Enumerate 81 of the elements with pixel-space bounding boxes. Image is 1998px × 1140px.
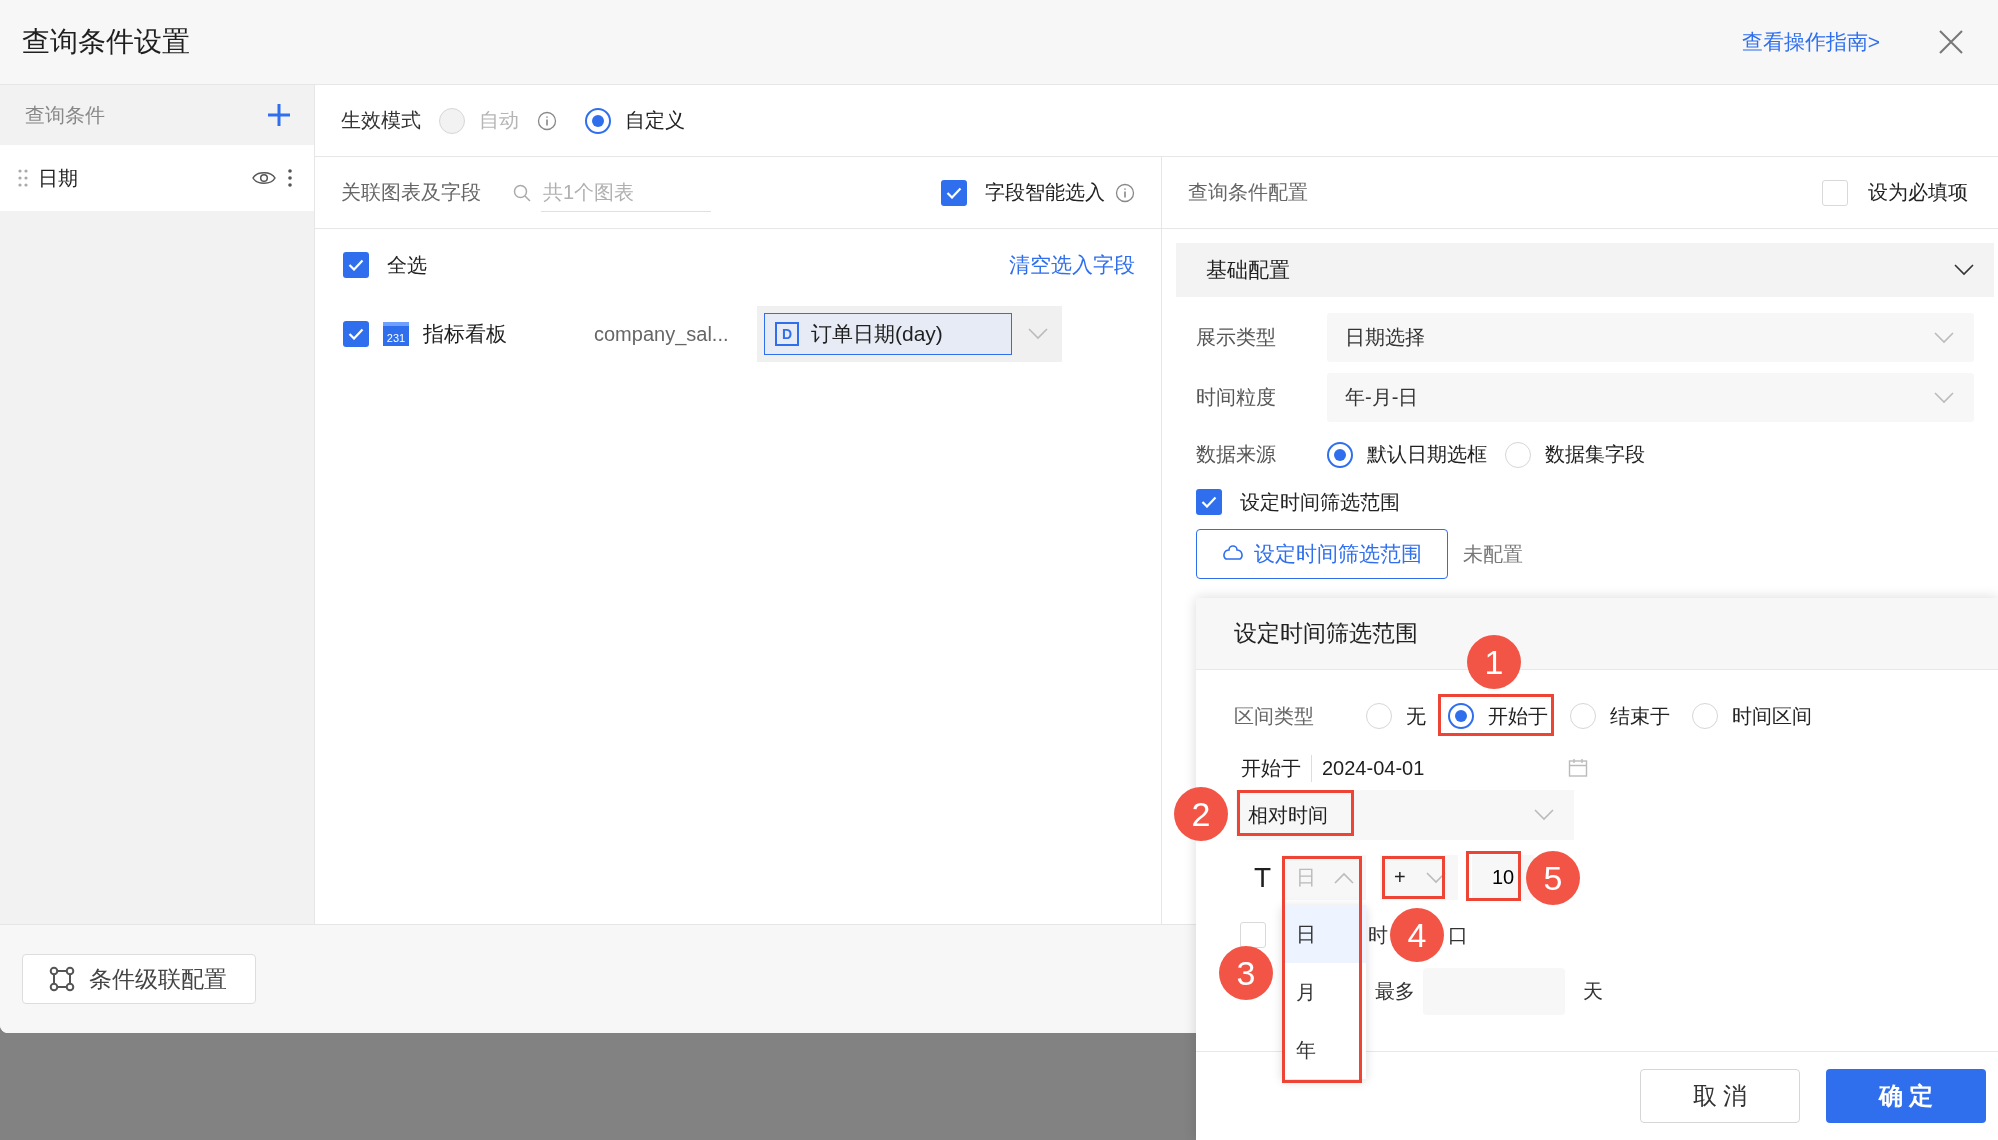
close-button[interactable]	[1938, 29, 1964, 55]
radio-option[interactable]: 无	[1366, 702, 1426, 730]
mode-label: 生效模式	[341, 108, 421, 133]
chart-name: 指标看板	[423, 321, 508, 347]
checkbox[interactable]	[1822, 179, 1848, 206]
menu-item[interactable]: 日	[1282, 905, 1366, 963]
linked-label: 关联图表及字段	[341, 180, 481, 205]
radio-option[interactable]: 自定义	[585, 107, 685, 134]
dialog-title: 查询条件设置	[22, 25, 190, 59]
chevron-down-icon	[1028, 328, 1048, 340]
radio-button[interactable]	[1327, 441, 1353, 468]
radio-option[interactable]: 时间区间	[1692, 702, 1812, 730]
select-field[interactable]: 年-月-日	[1327, 373, 1974, 422]
field-name: 订单日期(day)	[811, 321, 943, 347]
range-toggle[interactable]: 设定时间筛选范围	[1196, 488, 1400, 516]
checkbox[interactable]	[343, 321, 369, 347]
field-select[interactable]: D 订单日期(day)	[757, 306, 1062, 362]
checkbox[interactable]	[1196, 489, 1222, 515]
menu-item[interactable]: 年	[1282, 1021, 1366, 1079]
guide-link[interactable]: 查看操作指南>	[1741, 28, 1880, 56]
chevron-down-icon	[1426, 871, 1446, 884]
dataset-name: company_sal...	[594, 322, 730, 346]
eye-icon[interactable]	[252, 170, 276, 186]
clear-fields-link[interactable]: 清空选入字段	[1009, 251, 1135, 279]
select-all-option[interactable]: 全选	[343, 251, 427, 279]
chevron-down-icon	[1954, 264, 1974, 276]
search-field[interactable]: 共1个图表	[541, 173, 711, 212]
option-text: 时	[1368, 922, 1388, 948]
radio-option[interactable]: 结束于	[1570, 702, 1670, 730]
checkbox[interactable]	[343, 252, 369, 278]
chart-icon: 231	[383, 322, 409, 346]
step-badge: 2	[1174, 787, 1228, 841]
more-icon[interactable]	[288, 169, 292, 187]
checkmark-icon	[946, 186, 962, 199]
radio-button[interactable]	[585, 107, 611, 134]
date-field[interactable]: 开始于 2024-04-01	[1241, 754, 1588, 782]
interval-label: 区间类型	[1234, 703, 1315, 729]
cancel-button[interactable]: 取 消	[1640, 1069, 1800, 1123]
search-icon	[513, 183, 531, 202]
config-title: 查询条件配置	[1188, 180, 1308, 205]
checkbox[interactable]	[1240, 922, 1266, 948]
nodes-icon	[49, 966, 75, 992]
popup-title: 设定时间筛选范围	[1234, 619, 1418, 648]
chevron-down-icon	[1534, 809, 1554, 821]
range-button[interactable]: 设定时间筛选范围	[1196, 529, 1448, 579]
radio-option[interactable]: 数据集字段	[1505, 441, 1645, 468]
smart-select-option[interactable]: 字段智能选入	[941, 179, 1105, 206]
mode-select[interactable]: 相对时间	[1236, 790, 1574, 840]
date-field-icon: D	[775, 322, 799, 346]
cascade-button[interactable]: 条件级联配置	[22, 954, 256, 1004]
checkmark-icon	[348, 259, 364, 271]
option-text: 口	[1448, 922, 1468, 948]
chevron-up-icon	[1334, 871, 1354, 884]
step-badge: 5	[1526, 851, 1580, 905]
section-header[interactable]: 基础配置	[1176, 243, 1994, 297]
select-field[interactable]: 日期选择	[1327, 313, 1974, 362]
radio-option[interactable]: 开始于	[1448, 702, 1548, 730]
chevron-down-icon	[1934, 391, 1954, 404]
required-option[interactable]: 设为必填项	[1822, 179, 1968, 206]
anchor-label: T	[1254, 861, 1273, 894]
field-label: 展示类型	[1196, 325, 1277, 350]
drag-handle-icon[interactable]	[18, 168, 28, 188]
info-icon	[537, 110, 557, 131]
checkbox[interactable]	[941, 179, 967, 206]
step-badge: 3	[1219, 946, 1273, 1000]
field-label: 数据来源	[1196, 442, 1277, 467]
sidebar-title: 查询条件	[25, 102, 105, 128]
range-status: 未配置	[1463, 541, 1523, 567]
field-label: 时间粒度	[1196, 385, 1277, 410]
checkmark-icon	[348, 328, 364, 340]
checkmark-icon	[1201, 496, 1217, 508]
confirm-button[interactable]: 确 定	[1826, 1069, 1986, 1123]
radio-option[interactable]: 默认日期选框	[1327, 441, 1487, 468]
sidebar-item[interactable]: 日期	[0, 145, 314, 211]
chevron-down-icon	[1934, 331, 1954, 344]
add-button[interactable]	[266, 102, 292, 128]
step-badge: 4	[1390, 908, 1444, 962]
info-icon	[1115, 182, 1135, 203]
max-label: 最多	[1375, 979, 1415, 1004]
days-unit: 天	[1583, 979, 1603, 1004]
radio-button[interactable]	[1448, 703, 1474, 729]
